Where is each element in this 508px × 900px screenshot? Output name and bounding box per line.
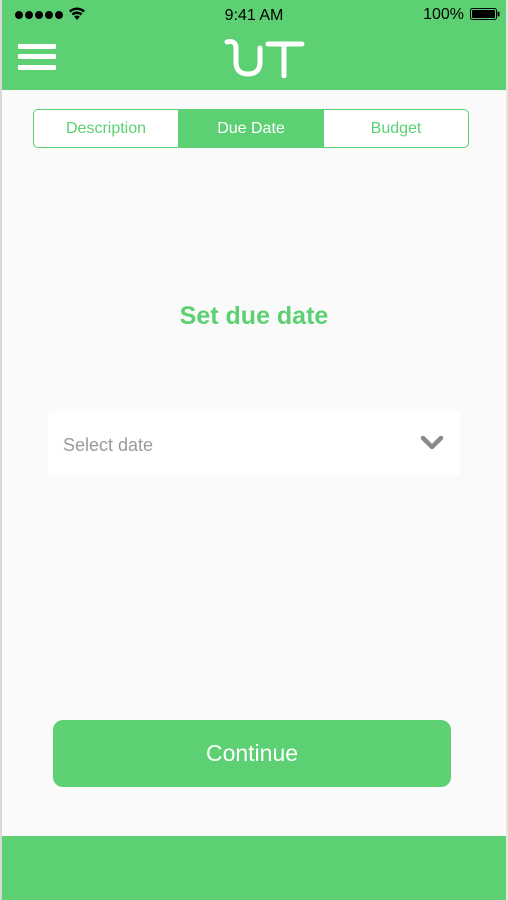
date-select-placeholder: Select date [63,435,154,455]
page-title: Set due date [179,302,329,330]
battery-percentage: 100% [423,6,464,23]
screen-edge-left [0,0,2,900]
date-select-dropdown[interactable]: Select date [48,411,460,475]
tab-description[interactable]: Description [34,110,178,147]
bottom-bar [2,836,506,900]
top-bar: 9:41 AM 100% [2,0,506,90]
ut-logo [224,39,305,78]
step-tabs: Description Due Date Budget [33,109,469,148]
app-screen: 9:41 AM 100% Description Due Date Budget… [0,0,508,900]
tab-budget[interactable]: Budget [323,110,468,147]
status-bar: 9:41 AM 100% [2,0,506,32]
tab-due-date[interactable]: Due Date [178,110,323,147]
chevron-down-icon [420,435,444,450]
continue-button[interactable]: Continue [53,720,451,787]
battery-icon [470,8,500,20]
hamburger-icon[interactable] [18,42,56,72]
